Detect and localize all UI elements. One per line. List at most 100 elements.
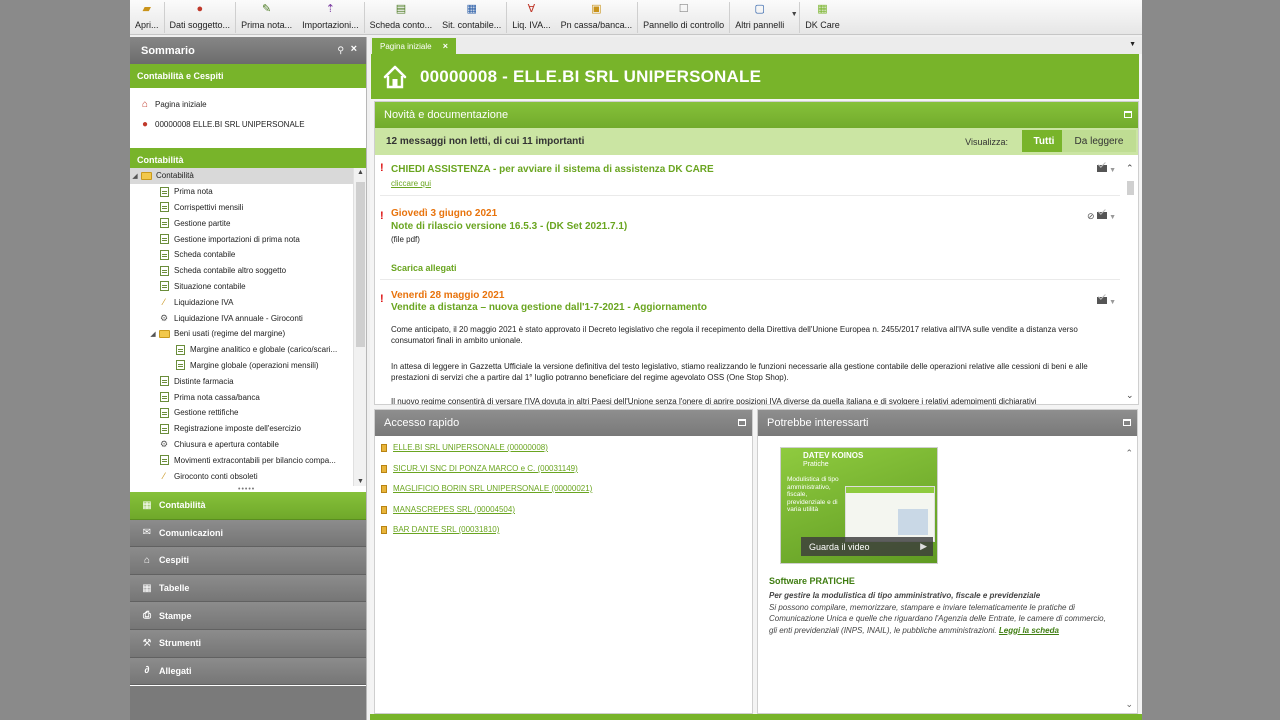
close-tab-icon[interactable]: × xyxy=(443,41,448,51)
tree-item-label: Giroconto conti obsoleti xyxy=(174,471,258,481)
cash-bank-button[interactable]: ▣ Pn cassa/banca... xyxy=(556,0,638,35)
nav-button-allegati[interactable]: ∂ Allegati xyxy=(130,657,366,686)
scroll-up-icon[interactable]: ▲ xyxy=(354,169,367,176)
tree-item[interactable]: Margine globale (operazioni mensili) xyxy=(130,358,366,374)
scroll-thumb[interactable] xyxy=(1127,181,1134,195)
news-scrollbar[interactable]: ⌃ ⌄ xyxy=(1123,155,1138,404)
tree-scrollbar[interactable]: ▲ ▼ xyxy=(353,168,366,486)
vat-liquidation-button[interactable]: ∀ Liq. IVA... xyxy=(507,0,555,35)
tree-item[interactable]: Corrispettivi mensili xyxy=(130,200,366,216)
chevron-down-icon[interactable]: ▼ xyxy=(1109,167,1116,174)
tree-item-label: Liquidazione IVA xyxy=(174,297,234,307)
tree-item[interactable]: Scheda contabile altro soggetto xyxy=(130,263,366,279)
account-sheet-button[interactable]: ▤ Scheda conto... xyxy=(365,0,438,35)
tree-item[interactable]: ⁄ Liquidazione IVA xyxy=(130,294,366,310)
chevron-down-icon[interactable]: ▼ xyxy=(1109,214,1116,221)
tree-item[interactable]: ⚙ Chiusura e apertura contabile xyxy=(130,437,366,453)
envelope-icon[interactable] xyxy=(1096,165,1107,172)
tree-item[interactable]: ⚙ Liquidazione IVA annuale - Giroconti xyxy=(130,310,366,326)
prima-nota-button[interactable]: ✎ Prima nota... xyxy=(236,0,297,35)
section-header-accounting-assets[interactable]: Contabilità e Cespiti xyxy=(130,64,366,88)
tree-item-label: Registrazione imposte dell'esercizio xyxy=(174,424,301,434)
tree-item[interactable]: Prima nota xyxy=(130,184,366,200)
tree-item[interactable]: Situazione contabile xyxy=(130,279,366,295)
table-icon: ▦ xyxy=(142,499,152,511)
news-title[interactable]: Vendite a distanza – nuova gestione dall… xyxy=(391,302,707,313)
control-panel-button[interactable]: ☐ Pannello di controllo xyxy=(638,0,729,35)
tab-list-dropdown[interactable]: ▼ xyxy=(1129,41,1136,48)
tree-item[interactable]: ◢ Beni usati (regime del margine) xyxy=(130,326,366,342)
tree-item[interactable]: Movimenti extracontabili per bilancio co… xyxy=(130,452,366,468)
scroll-up-icon[interactable]: ⌃ xyxy=(1125,448,1133,459)
dk-care-button[interactable]: ▦ DK Care xyxy=(800,0,845,35)
chevron-down-icon[interactable]: ▼ xyxy=(1109,299,1116,306)
subject-data-button[interactable]: ● Dati soggetto... xyxy=(165,0,236,35)
news-item: ! CHIEDI ASSISTENZA - per avviare il sis… xyxy=(380,155,1120,196)
tree-item[interactable]: Gestione importazioni di prima nota xyxy=(130,231,366,247)
nav-button-tabelle[interactable]: ▦ Tabelle xyxy=(130,574,366,603)
tree-item[interactable]: Margine analitico e globale (carico/scar… xyxy=(130,342,366,358)
other-panels-dropdown[interactable]: ▼ xyxy=(789,0,799,35)
bookmark-icon xyxy=(381,525,387,534)
pin-icon[interactable]: ⚲ xyxy=(337,45,344,56)
tree-item[interactable]: Gestione rettifiche xyxy=(130,405,366,421)
promo-image[interactable]: DATEV KOINOS Pratiche Modulistica di tipo… xyxy=(780,447,938,564)
nav-button-strumenti[interactable]: ⚒ Strumenti xyxy=(130,629,366,658)
nav-button-stampe[interactable]: ⎙ Stampe xyxy=(130,602,366,630)
document-icon xyxy=(174,360,186,371)
promo-blurb: Modulistica di tipo amministrativo, fisc… xyxy=(787,476,839,513)
shortcut-home-page[interactable]: ⌂ Pagina iniziale xyxy=(130,94,366,114)
imports-button[interactable]: ⇡ Importazioni... xyxy=(297,0,364,35)
nav-button-cespiti[interactable]: ⌂ Cespiti xyxy=(130,547,366,575)
import-icon: ⇡ xyxy=(325,3,335,15)
panels-icon: ▢ xyxy=(754,3,765,15)
tab-home-page[interactable]: Pagina iniziale × xyxy=(372,38,456,54)
quick-access-item[interactable]: MANASCREPES SRL (00004504) xyxy=(381,505,515,514)
tree-item[interactable]: Gestione partite xyxy=(130,215,366,231)
other-panels-button[interactable]: ▢ Altri pannelli xyxy=(730,0,789,35)
tree-item[interactable]: Scheda contabile xyxy=(130,247,366,263)
expand-toggle-icon[interactable]: ◢ xyxy=(148,330,158,338)
assistance-link[interactable]: cliccare qui xyxy=(391,179,431,188)
scroll-up-icon[interactable]: ⌃ xyxy=(1126,163,1134,174)
minimize-icon[interactable] xyxy=(738,419,746,426)
news-title[interactable]: Note di rilascio versione 16.5.3 - (DK S… xyxy=(391,221,627,232)
scroll-down-icon[interactable]: ⌄ xyxy=(1126,390,1134,401)
scroll-down-icon[interactable]: ⌄ xyxy=(1125,699,1133,710)
quick-access-item[interactable]: MAGLIFICIO BORIN SRL UNIPERSONALE (00000… xyxy=(381,484,592,493)
scroll-down-icon[interactable]: ▼ xyxy=(354,478,367,485)
shortcut-company[interactable]: ● 00000008 ELLE.BI SRL UNIPERSONALE xyxy=(130,114,366,134)
scroll-thumb[interactable] xyxy=(356,182,365,347)
divider xyxy=(380,195,1120,196)
tree-item[interactable]: Registrazione imposte dell'esercizio xyxy=(130,421,366,437)
tree-item-label: Beni usati (regime del margine) xyxy=(174,329,286,339)
document-icon xyxy=(158,202,170,213)
envelope-icon[interactable] xyxy=(1096,297,1107,304)
close-icon[interactable]: × xyxy=(351,43,357,55)
tree-item[interactable]: ◢ Contabilità xyxy=(130,168,366,184)
folder-open-icon: ▰ xyxy=(142,3,151,15)
gear-icon: ⚙ xyxy=(159,438,169,449)
nav-button-comunicazioni[interactable]: ✉ Comunicazioni xyxy=(130,519,366,548)
tree-item[interactable]: Distinte farmacia xyxy=(130,373,366,389)
read-more-link[interactable]: Leggi la scheda xyxy=(999,626,1059,635)
paperclip-icon[interactable]: ⊘ xyxy=(1087,211,1095,221)
quick-access-item[interactable]: BAR DANTE SRL (00031810) xyxy=(381,525,499,534)
envelope-icon[interactable] xyxy=(1096,212,1107,219)
filter-all-button[interactable]: Tutti xyxy=(1022,130,1066,152)
minimize-icon[interactable] xyxy=(1124,111,1132,118)
minimize-icon[interactable] xyxy=(1123,419,1131,426)
quick-access-item[interactable]: SICUR.VI SNC DI PONZA MARCO e C. (000311… xyxy=(381,464,578,473)
accounting-status-button[interactable]: ▦ Sit. contabile... xyxy=(437,0,506,35)
open-button[interactable]: ▰ Apri... xyxy=(130,0,164,35)
filter-unread-button[interactable]: Da leggere xyxy=(1062,130,1136,152)
tree-item[interactable]: Prima nota cassa/banca xyxy=(130,389,366,405)
tree-item[interactable]: ⁄ Giroconto conti obsoleti xyxy=(130,468,366,484)
nav-button-contabilit-[interactable]: ▦ Contabilità xyxy=(130,492,366,520)
news-title[interactable]: CHIEDI ASSISTENZA - per avviare il siste… xyxy=(391,164,714,175)
expand-toggle-icon[interactable]: ◢ xyxy=(130,172,140,180)
gear-icon: ⚙ xyxy=(159,312,169,323)
download-attachments-link[interactable]: Scarica allegati xyxy=(391,263,457,273)
quick-access-item[interactable]: ELLE.BI SRL UNIPERSONALE (00000008) xyxy=(381,443,548,452)
watch-video-button[interactable]: Guarda il video ▶ xyxy=(801,537,933,556)
